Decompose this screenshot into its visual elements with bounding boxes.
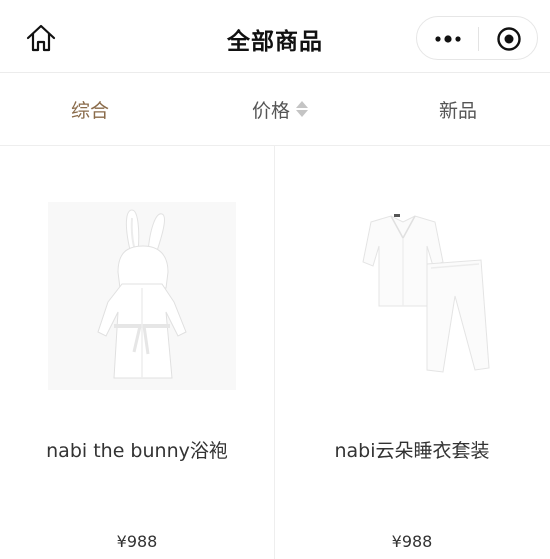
tab-label: 综合	[70, 99, 109, 122]
tab-price[interactable]: 价格	[230, 73, 330, 145]
pajama-set-image[interactable]	[331, 202, 519, 390]
product-name[interactable]: nabi云朵睡衣套装	[275, 436, 549, 463]
bunny-robe-image[interactable]	[48, 202, 236, 390]
more-dots-icon	[434, 35, 461, 43]
tab-comprehensive[interactable]: 综合	[40, 73, 140, 145]
mini-program-capsule	[416, 16, 538, 60]
tab-new[interactable]: 新品	[408, 73, 508, 145]
product-card[interactable]: nabi the bunny浴袍 ¥988	[0, 146, 274, 559]
close-button[interactable]	[479, 17, 539, 61]
tab-label: 新品	[438, 99, 477, 122]
product-name[interactable]: nabi the bunny浴袍	[0, 436, 274, 463]
sort-up-down-icon	[296, 101, 308, 117]
more-button[interactable]	[417, 17, 478, 61]
product-price: ¥988	[116, 532, 158, 551]
target-close-icon	[497, 27, 521, 51]
nav-bar: 全部商品	[0, 0, 550, 72]
tab-label: 价格	[251, 99, 290, 122]
product-card[interactable]: nabi云朵睡衣套装 ¥988	[275, 146, 549, 559]
product-price: ¥988	[391, 532, 433, 551]
sort-bar: 综合 价格 新品	[0, 73, 550, 145]
